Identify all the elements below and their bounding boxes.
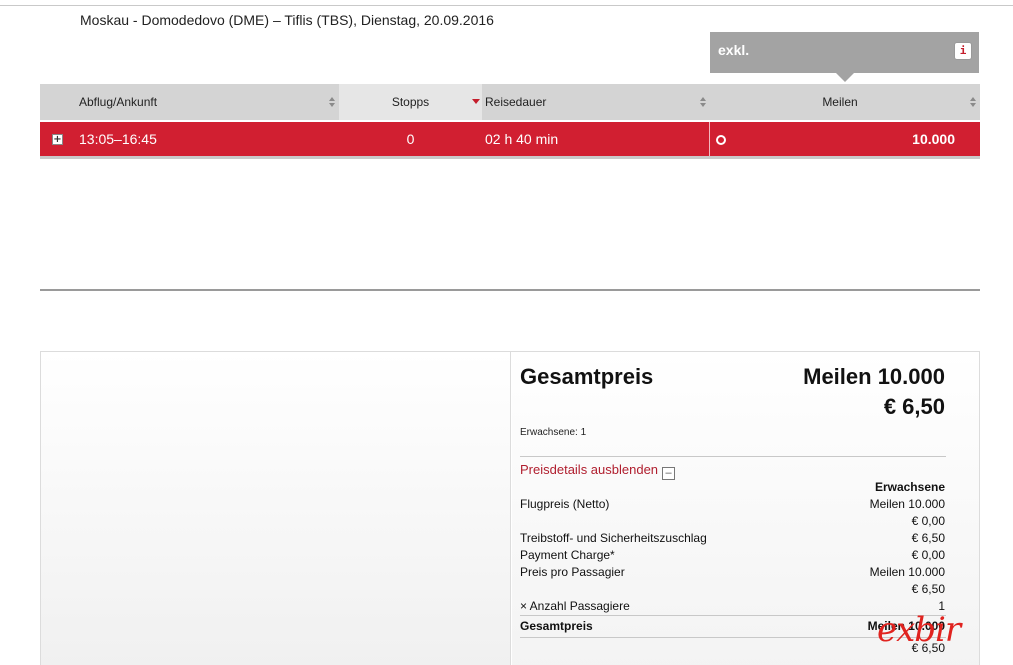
flight-miles: 10.000: [912, 131, 955, 147]
header-stops-label: Stopps: [391, 95, 430, 109]
passenger-count: Erwachsene: 1: [520, 427, 587, 438]
route-title: Moskau - Domodedovo (DME) – Tiflis (TBS)…: [80, 12, 494, 28]
flight-time: 13:05–16:45: [79, 131, 157, 147]
line-value: € 6,50: [911, 582, 945, 596]
watermark-logo: exbir: [877, 610, 961, 650]
flight-stops: 0: [406, 131, 415, 147]
fare-box-pointer: [836, 73, 854, 82]
line-label: Payment Charge*: [520, 548, 615, 562]
toggle-price-details[interactable]: Preisdetails ausblenden –: [520, 462, 676, 480]
line-label: Treibstoff- und Sicherheitszuschlag: [520, 531, 707, 545]
header-duration[interactable]: Reisedauer: [485, 84, 705, 120]
section-separator: [40, 289, 980, 291]
flight-duration: 02 h 40 min: [485, 131, 559, 147]
header-departure-arrival[interactable]: Abflug/Ankunft: [79, 84, 339, 120]
expand-plus-icon[interactable]: +: [52, 134, 63, 145]
total-price-miles: Meilen 10.000: [803, 364, 945, 389]
toggle-price-details-label: Preisdetails ausblenden: [520, 462, 659, 477]
line-value: € 6,50: [911, 531, 945, 545]
price-panel-left: [41, 352, 511, 665]
column-divider: [709, 122, 710, 156]
line-label: Flugpreis (Netto): [520, 497, 610, 511]
sort-desc-icon[interactable]: [472, 99, 480, 104]
fare-select-radio[interactable]: [716, 135, 726, 145]
results-table-header: Abflug/Ankunft Stopps Reisedauer Meilen: [40, 84, 980, 120]
total-price-title: Gesamtpreis: [520, 364, 654, 389]
flight-row[interactable]: + 13:05–16:45 0 02 h 40 min 10.000: [40, 122, 980, 156]
header-departure-arrival-label: Abflug/Ankunft: [79, 95, 158, 109]
line-value: € 0,00: [911, 514, 945, 528]
line-value: Meilen 10.000: [869, 565, 945, 579]
sort-both-icon[interactable]: [329, 97, 336, 108]
total-price-euro: € 6,50: [883, 394, 945, 419]
line-value: € 0,00: [911, 548, 945, 562]
grand-total-label: Gesamtpreis: [520, 619, 593, 633]
fare-type-label: exkl.: [718, 42, 750, 58]
line-label: × Anzahl Passagiere: [520, 599, 630, 613]
row-underline: [40, 156, 980, 159]
browser-top-edge: [0, 0, 1013, 6]
divider: [520, 456, 946, 457]
line-label: Preis pro Passagier: [520, 565, 625, 579]
sort-both-icon[interactable]: [970, 97, 977, 108]
sort-both-icon[interactable]: [700, 97, 707, 108]
collapse-minus-icon[interactable]: –: [662, 467, 676, 480]
header-miles-label: Meilen: [822, 95, 858, 109]
header-miles[interactable]: Meilen: [710, 84, 970, 120]
fare-type-box: exkl. i: [710, 32, 979, 73]
header-stops[interactable]: Stopps: [339, 84, 482, 120]
breakdown-column-header: Erwachsene: [874, 480, 945, 494]
header-duration-label: Reisedauer: [485, 95, 547, 109]
line-value: Meilen 10.000: [869, 497, 945, 511]
price-panel: Gesamtpreis Meilen 10.000 € 6,50 Erwachs…: [40, 351, 980, 665]
info-icon[interactable]: i: [954, 42, 972, 60]
